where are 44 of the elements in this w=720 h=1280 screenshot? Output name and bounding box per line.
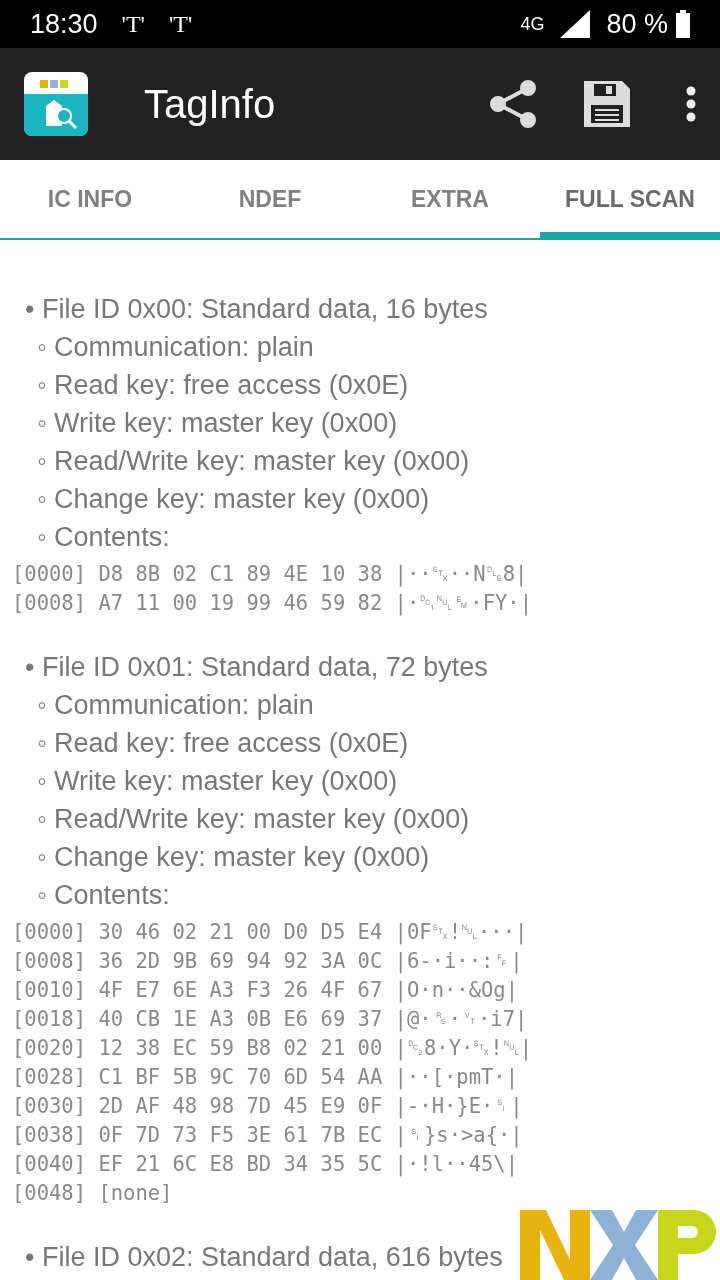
hex-dump-line: [0040] EF 21 6C E8 BD 34 35 5C |·!l··45\| xyxy=(11,1151,519,1179)
battery-level: 80 % xyxy=(606,7,668,41)
app-title: TagInfo xyxy=(144,81,277,128)
file-property: ◦ Write key: master key (0x00) xyxy=(37,407,398,440)
clock: 18:30 xyxy=(30,7,98,41)
hex-dump-line: [0000] 30 46 02 21 00 D0 D5 E4 |0F␂!␀···| xyxy=(11,919,528,947)
app-icon xyxy=(24,72,88,136)
hex-dump-line: [0008] 36 2D 9B 69 94 92 3A 0C |6-·i··:␌| xyxy=(11,948,523,976)
tab[interactable]: IC INFO xyxy=(0,160,180,238)
hex-dump-line: [0028] C1 BF 5B 9C 70 6D 54 AA |··[·pmT·| xyxy=(11,1064,519,1092)
hex-dump-line: [0000] D8 8B 02 C1 89 4E 10 38 |··␂··N␐8| xyxy=(11,561,528,589)
save-icon[interactable] xyxy=(584,81,630,127)
more-options-icon[interactable] xyxy=(686,86,696,122)
hex-dump-line: [0020] 12 38 EC 59 B8 02 21 00 |␒8·Y·␂!␀| xyxy=(11,1035,532,1063)
file-heading: • File ID 0x02: Standard data, 616 bytes xyxy=(25,1241,503,1274)
notification-icon: 'T' xyxy=(168,6,193,42)
file-property: ◦ Read key: free access (0x0E) xyxy=(37,727,409,760)
file-heading: • File ID 0x01: Standard data, 72 bytes xyxy=(25,651,488,684)
hex-dump-line: [0030] 2D AF 48 98 7D 45 E9 0F |-·H·}E·␏| xyxy=(11,1093,523,1121)
file-property: ◦ Read/Write key: master key (0x00) xyxy=(37,803,470,836)
file-heading: • File ID 0x00: Standard data, 16 bytes xyxy=(25,293,488,326)
file-property: ◦ Read/Write key: master key (0x00) xyxy=(37,445,470,478)
file-property: ◦ Contents: xyxy=(37,879,170,912)
file-property: ◦ Write key: master key (0x00) xyxy=(37,765,398,798)
hex-dump-line: [0018] 40 CB 1E A3 0B E6 69 37 |@·␞·␋·i7| xyxy=(11,1006,528,1034)
file-property: ◦ Contents: xyxy=(37,521,170,554)
share-icon[interactable] xyxy=(490,80,536,128)
tab[interactable]: FULL SCAN xyxy=(540,160,720,238)
logo-icon xyxy=(520,1210,716,1280)
file-property: ◦ Communication: plain xyxy=(37,331,314,364)
hex-dump-line: [0008] A7 11 00 19 99 46 59 82 |·␑␀␙·FY·| xyxy=(11,590,532,618)
tab[interactable]: NDEF xyxy=(180,160,360,238)
tab[interactable]: EXTRA xyxy=(360,160,540,238)
notification-icon: 'T' xyxy=(121,6,145,42)
file-property: ◦ Read key: free access (0x0E) xyxy=(37,369,409,402)
signal-icon xyxy=(560,10,591,38)
file-property: ◦ Change key: master key (0x00) xyxy=(37,841,430,874)
hex-dump-line: [0038] 0F 7D 73 F5 3E 61 7B EC |␏}s·>a{·| xyxy=(11,1122,523,1150)
file-property: ◦ Change key: master key (0x00) xyxy=(37,483,430,516)
hex-dump-line: [0048] [none] xyxy=(11,1180,173,1207)
network-type: 4G xyxy=(520,12,545,36)
hex-dump-line: [0010] 4F E7 6E A3 F3 26 4F 67 |O·n··&Og| xyxy=(11,977,519,1005)
battery-icon xyxy=(676,10,690,38)
file-property: ◦ Communication: plain xyxy=(37,689,314,722)
